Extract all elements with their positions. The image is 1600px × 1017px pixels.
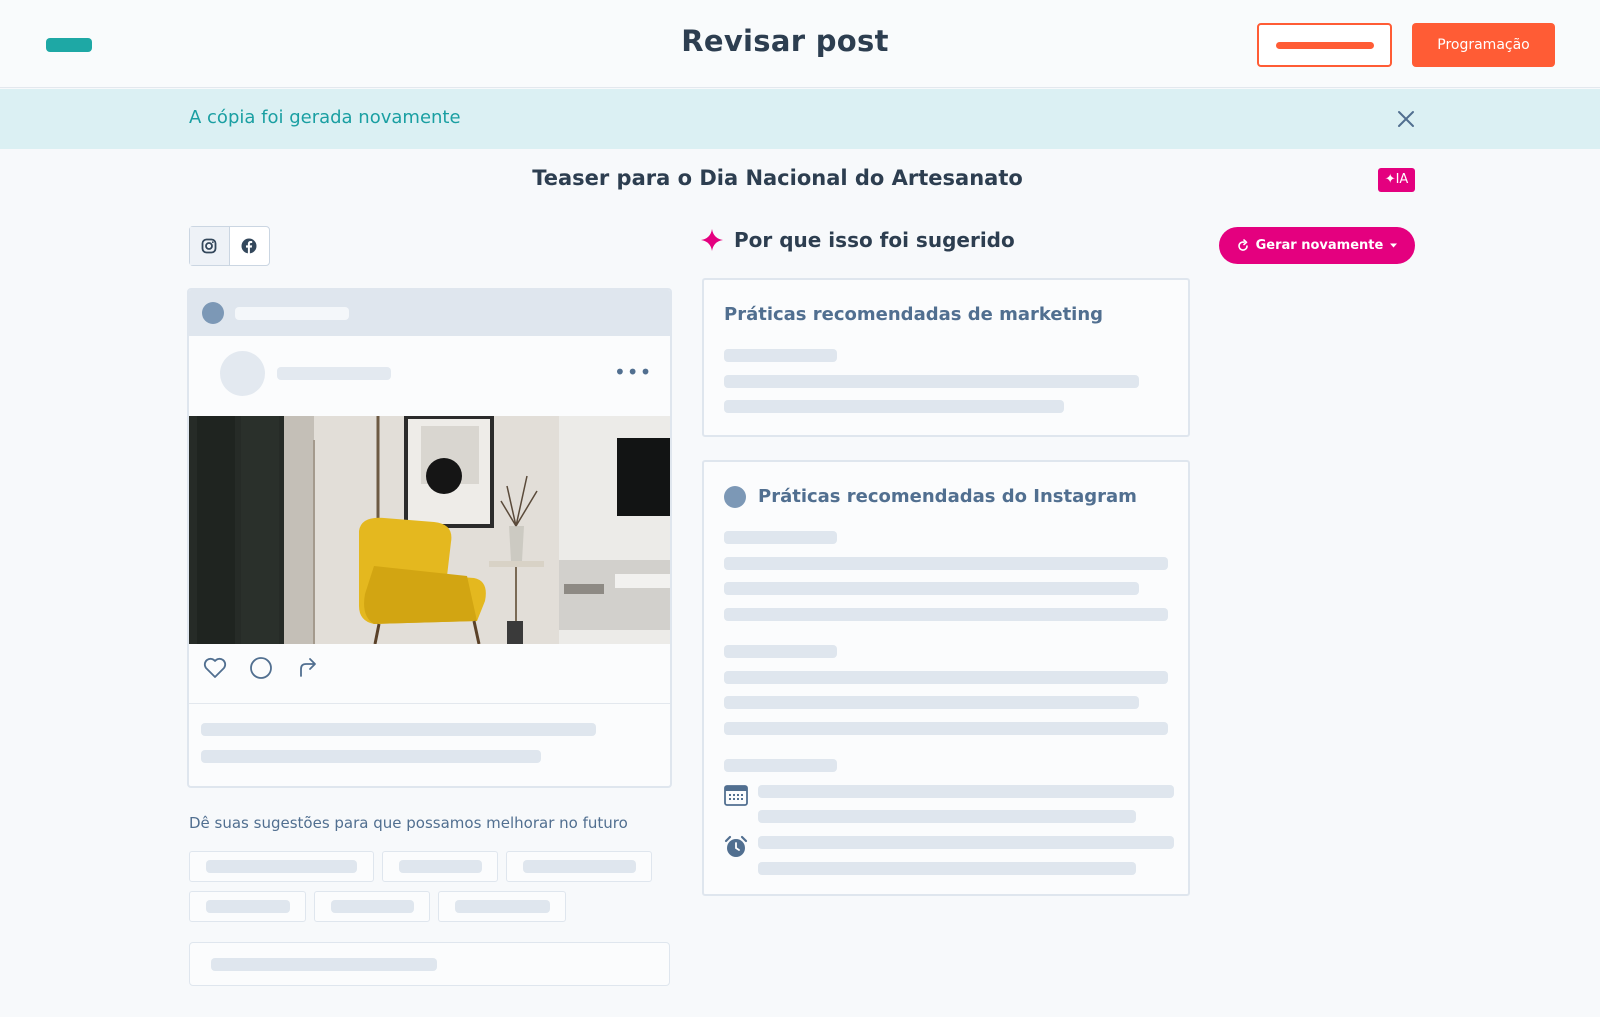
caption-placeholder-line	[201, 750, 541, 763]
more-options-icon[interactable]: •••	[614, 360, 652, 384]
section-heading-placeholder	[724, 645, 837, 658]
regenerate-button[interactable]: Gerar novamente	[1219, 227, 1415, 264]
preview-header	[189, 290, 670, 336]
text-placeholder-line	[724, 722, 1168, 735]
post-title: Teaser para o Dia Nacional do Artesanato	[532, 166, 1023, 190]
instagram-avatar-placeholder	[724, 486, 746, 508]
top-bar: Revisar post Programação	[0, 0, 1600, 88]
avatar	[220, 351, 265, 396]
feedback-chip[interactable]	[189, 851, 374, 882]
chevron-down-icon	[1390, 243, 1398, 248]
comment-icon[interactable]	[247, 654, 275, 682]
chip-label-placeholder	[399, 860, 482, 873]
marketing-practices-card: Práticas recomendadas de marketing	[702, 278, 1190, 437]
ai-badge: ✦IA	[1378, 168, 1415, 192]
chip-label-placeholder	[455, 900, 550, 913]
regenerated-banner: A cópia foi gerada novamente	[0, 89, 1600, 149]
text-placeholder-line	[724, 671, 1168, 684]
network-toggle	[189, 226, 270, 266]
input-placeholder	[211, 958, 437, 971]
feedback-chip[interactable]	[382, 851, 498, 882]
feedback-chip[interactable]	[506, 851, 652, 882]
instagram-practices-card: Práticas recomendadas do Instagram	[702, 460, 1190, 896]
card-title: Práticas recomendadas de marketing	[724, 304, 1104, 325]
calendar-icon	[724, 785, 748, 806]
button-label-placeholder	[1276, 42, 1374, 49]
text-placeholder-line	[758, 810, 1136, 823]
text-placeholder-line	[724, 557, 1168, 570]
chip-label-placeholder	[523, 860, 636, 873]
why-suggested-title: Por que isso foi sugerido	[734, 228, 1015, 252]
section-heading-placeholder	[724, 759, 837, 772]
caption-area	[189, 703, 670, 786]
text-placeholder-line	[758, 836, 1174, 849]
account-name-placeholder	[235, 307, 349, 320]
feedback-chip[interactable]	[189, 891, 306, 922]
alarm-clock-icon	[724, 835, 748, 857]
profile-name-placeholder	[277, 367, 391, 380]
text-placeholder-line	[724, 375, 1139, 388]
close-icon[interactable]	[1395, 108, 1417, 130]
facebook-tab[interactable]	[230, 227, 270, 265]
heart-icon[interactable]	[201, 654, 229, 682]
card-title: Práticas recomendadas do Instagram	[758, 486, 1137, 507]
feedback-chip[interactable]	[314, 891, 430, 922]
caption-placeholder-line	[201, 723, 596, 736]
facebook-icon	[241, 238, 257, 254]
post-actions	[189, 654, 670, 690]
text-placeholder-line	[758, 862, 1136, 875]
share-icon[interactable]	[293, 654, 321, 682]
sparkle-icon	[701, 229, 723, 251]
chip-label-placeholder	[206, 860, 357, 873]
section-heading-placeholder	[724, 349, 837, 362]
post-preview-card: •••	[187, 288, 672, 788]
refresh-icon	[1237, 238, 1248, 251]
instagram-tab[interactable]	[190, 227, 230, 265]
text-placeholder-line	[724, 608, 1168, 621]
schedule-button[interactable]: Programação	[1412, 23, 1555, 67]
text-placeholder-line	[758, 785, 1174, 798]
secondary-action-button[interactable]	[1257, 23, 1392, 67]
chip-label-placeholder	[331, 900, 414, 913]
chip-label-placeholder	[206, 900, 290, 913]
text-placeholder-line	[724, 582, 1139, 595]
account-avatar-placeholder	[202, 302, 224, 324]
feedback-chip[interactable]	[438, 891, 566, 922]
feedback-input[interactable]	[189, 942, 670, 986]
text-placeholder-line	[724, 696, 1139, 709]
instagram-icon	[201, 238, 217, 254]
regenerate-label: Gerar novamente	[1255, 238, 1384, 253]
feedback-label: Dê suas sugestões para que possamos melh…	[189, 814, 628, 832]
banner-message: A cópia foi gerada novamente	[189, 107, 461, 128]
section-heading-placeholder	[724, 531, 837, 544]
post-image	[189, 416, 670, 644]
text-placeholder-line	[724, 400, 1064, 413]
